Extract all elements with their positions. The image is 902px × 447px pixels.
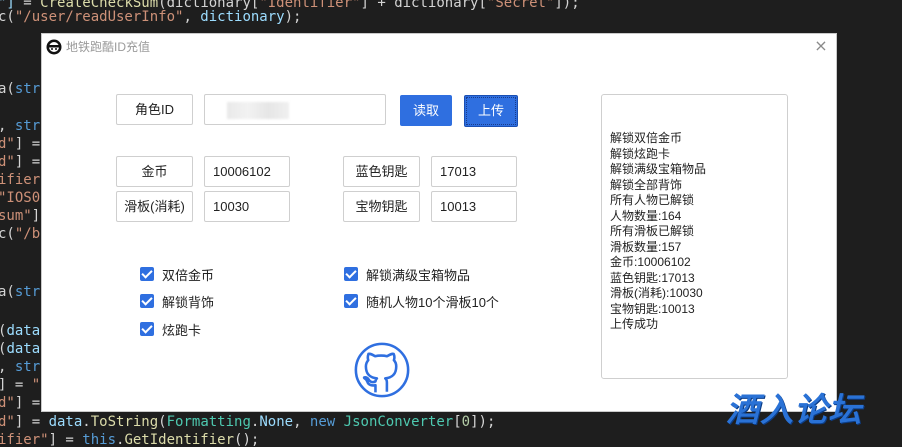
skateboard-label: 滑板(消耗): [116, 191, 193, 222]
checkbox-checked-icon: [140, 294, 154, 308]
code-line: "IOS0: [0, 190, 41, 206]
log-line: 所有人物已解锁: [610, 193, 695, 207]
random-chars-checkbox[interactable]: 随机人物10个滑板10个: [344, 292, 499, 310]
log-line: 滑板(消耗):10030: [610, 286, 703, 300]
log-line: 解锁满级宝箱物品: [610, 162, 707, 176]
random-chars-label: 随机人物10个滑板10个: [366, 294, 499, 310]
checkbox-checked-icon: [140, 267, 154, 281]
window-title: 地铁跑酷ID充值: [66, 40, 151, 54]
skateboard-input[interactable]: 10030: [204, 191, 290, 222]
gold-input[interactable]: 10006102: [204, 156, 290, 187]
blurred-role-id: [227, 102, 289, 119]
code-line: sum"]: [0, 208, 41, 224]
gold-label: 金币: [116, 156, 193, 187]
double-gold-label: 双倍金币: [162, 267, 215, 283]
close-button[interactable]: ×: [812, 37, 830, 55]
title-bar: 地铁跑酷ID充值 ×: [42, 34, 836, 60]
checkbox-checked-icon: [344, 267, 358, 281]
code-line: d"] =: [0, 136, 41, 152]
code-line: d"] =: [0, 395, 41, 411]
treasure-key-input[interactable]: 10013: [431, 191, 517, 222]
treasure-key-label: 宝物钥匙: [343, 191, 420, 222]
log-line: 人物数量:164: [610, 208, 682, 223]
recharge-dialog: 地铁跑酷ID充值 × 角色ID 读取 上传 金币 10006102 蓝色钥匙 1…: [42, 34, 836, 411]
log-panel: 解锁双倍金币 解锁炫跑卡 解锁满级宝箱物品 解锁全部背饰 所有人物已解锁 人物数量:164…: [601, 94, 788, 379]
code-line: d"] =: [0, 154, 41, 170]
role-id-input[interactable]: [204, 94, 386, 125]
unlock-full-chest-checkbox[interactable]: 解锁满级宝箱物品: [344, 265, 470, 283]
unlock-back-checkbox[interactable]: 解锁背饰: [140, 292, 214, 310]
log-line: 蓝色钥匙:17013: [610, 270, 695, 285]
read-button[interactable]: 读取: [400, 95, 452, 126]
unlock-back-label: 解锁背饰: [162, 294, 215, 310]
checkbox-checked-icon: [344, 294, 358, 308]
log-line: 解锁双倍金币: [610, 131, 683, 145]
unlock-full-chest-label: 解锁满级宝箱物品: [366, 267, 471, 283]
log-line: 解锁炫跑卡: [610, 146, 671, 161]
app-icon: [46, 39, 62, 55]
log-line: 宝物钥匙:10013: [610, 301, 695, 316]
log-line: 金币:10006102: [610, 255, 691, 269]
upload-button[interactable]: 上传: [464, 95, 518, 127]
log-line: 上传成功: [610, 317, 659, 331]
log-line: 所有滑板已解锁: [610, 224, 695, 238]
code-line: d"] = data.ToString(Formatting.None, new…: [0, 414, 496, 430]
role-id-label: 角色ID: [116, 94, 193, 125]
blue-key-label: 蓝色钥匙: [343, 156, 420, 187]
checkbox-checked-icon: [140, 322, 154, 336]
hover-card-label: 炫跑卡: [162, 322, 202, 338]
github-icon[interactable]: [354, 342, 410, 398]
watermark-logo: 酒入论坛: [726, 390, 862, 429]
double-gold-checkbox[interactable]: 双倍金币: [140, 265, 214, 283]
code-line: ifier"] = this.GetIdentifier();: [0, 432, 260, 447]
code-line: c("/user/readUserInfo", dictionary);: [0, 9, 302, 25]
log-line: 滑板数量:157: [610, 239, 682, 254]
hover-card-checkbox[interactable]: 炫跑卡: [140, 320, 201, 338]
blue-key-input[interactable]: 17013: [431, 156, 517, 187]
log-line: 解锁全部背饰: [610, 177, 683, 192]
